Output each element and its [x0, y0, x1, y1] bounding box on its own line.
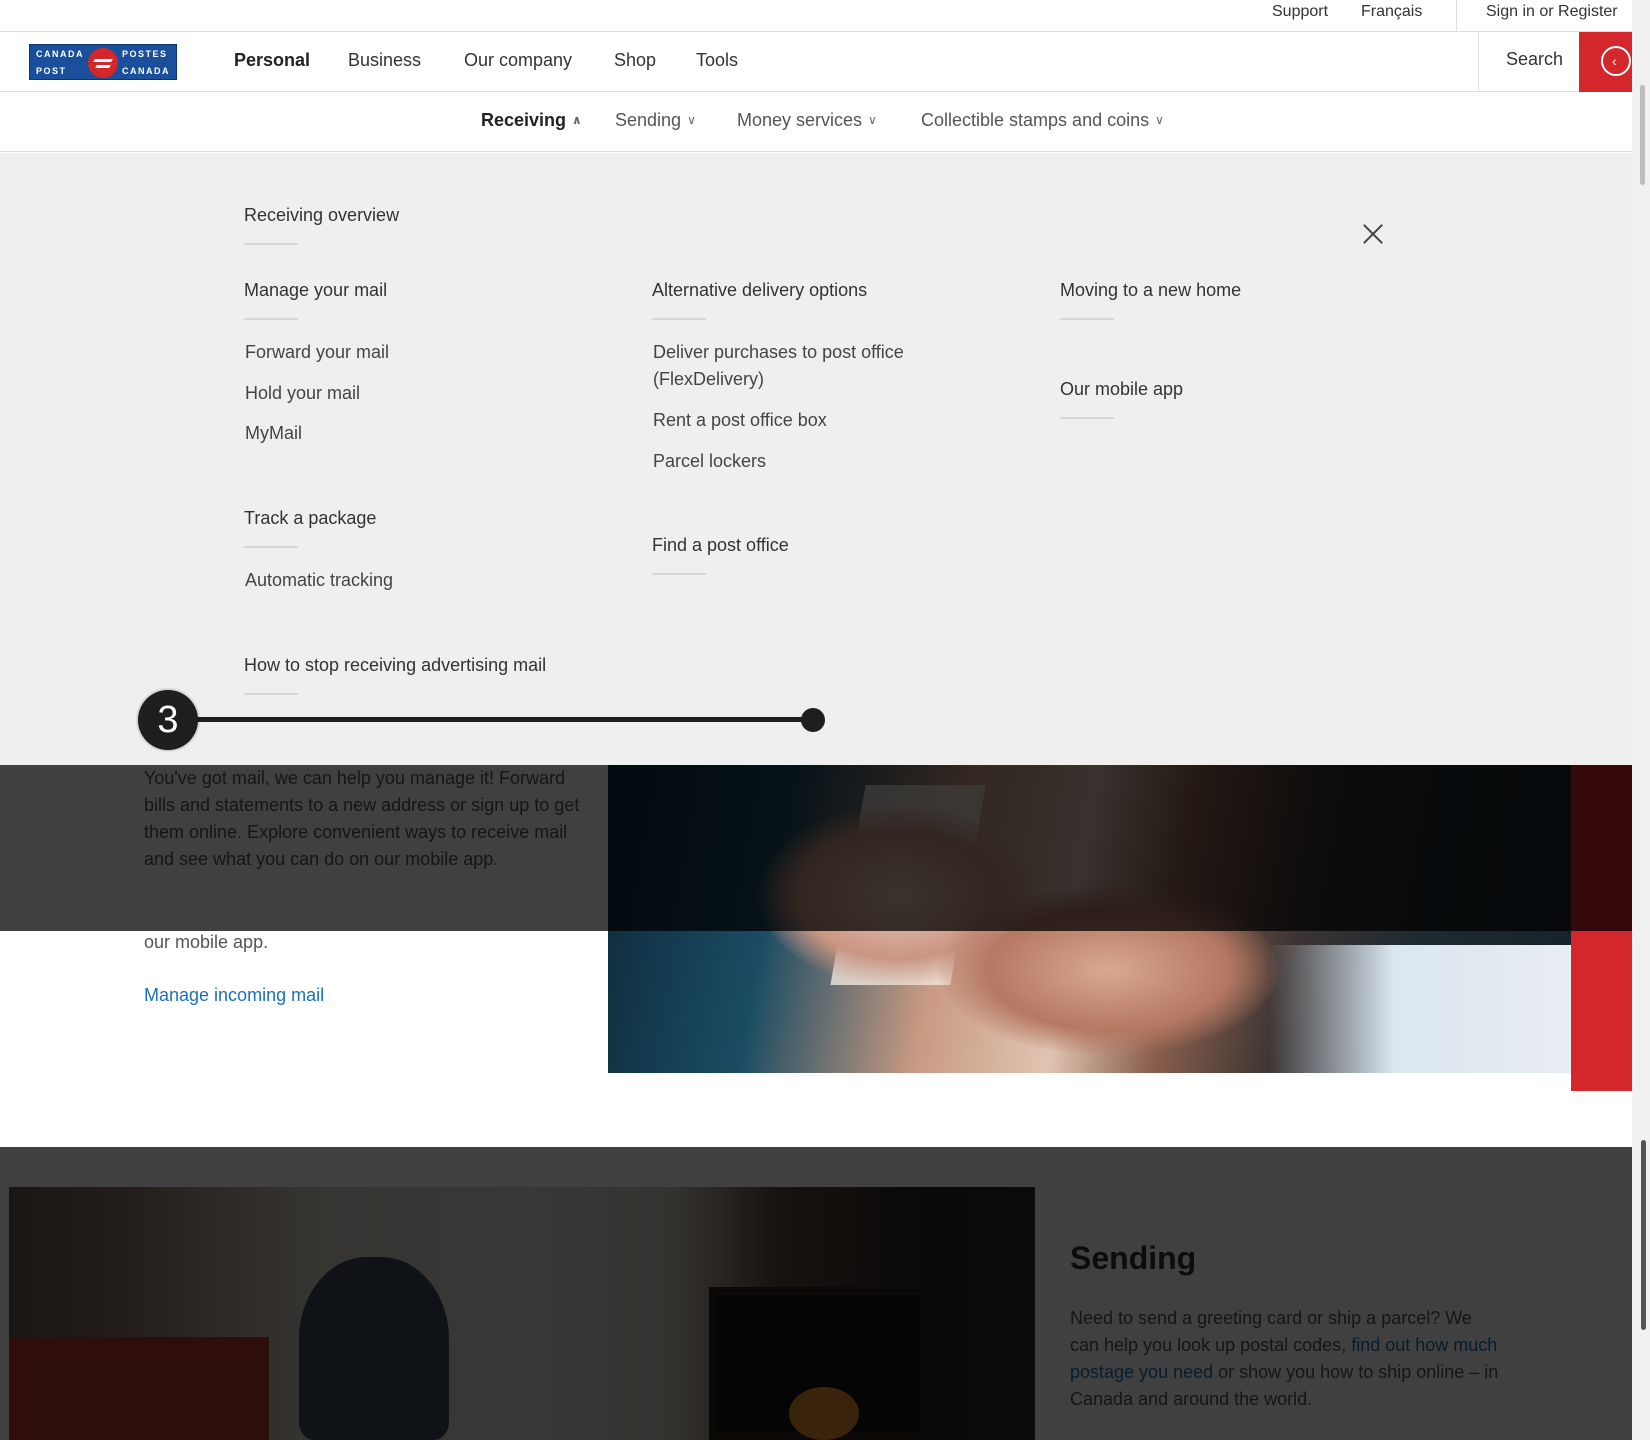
sending-image	[9, 1187, 1035, 1440]
menu-mobile-app[interactable]: Our mobile app	[1060, 379, 1183, 400]
menu-stop-ad-mail[interactable]: How to stop receiving advertising mail	[244, 655, 546, 676]
manage-incoming-mail-link[interactable]: Manage incoming mail	[144, 985, 324, 1006]
language-toggle[interactable]: Français	[1361, 3, 1422, 21]
heading-underline	[244, 693, 298, 695]
heading-underline	[652, 318, 706, 320]
main-header: CANADA POSTES POST CANADA Personal Busin…	[0, 32, 1650, 92]
subnav-collectibles[interactable]: Collectible stamps and coins ∨	[921, 110, 1164, 131]
subnav-label: Money services	[737, 110, 863, 130]
menu-alt-delivery[interactable]: Alternative delivery options	[652, 280, 867, 301]
heading-underline	[1060, 318, 1114, 320]
utility-bar: Support Français Sign in or Register	[0, 0, 1650, 32]
menu-po-box[interactable]: Rent a post office box	[653, 407, 827, 434]
logo-text: POSTES	[122, 49, 168, 59]
menu-moving[interactable]: Moving to a new home	[1060, 280, 1241, 301]
step-badge: 3	[138, 690, 198, 750]
mega-menu: Receiving overview Manage your mail Forw…	[0, 153, 1650, 765]
scrollbar-thumb[interactable]	[1640, 85, 1645, 185]
chevron-up-icon: ∧	[572, 113, 582, 127]
chevron-down-icon: ∨	[687, 113, 696, 127]
subnav-label: Receiving	[481, 110, 567, 130]
logo-text: CANADA	[36, 49, 84, 59]
subnav-money-services[interactable]: Money services ∨	[737, 110, 877, 131]
page-content: You've got mail, we can help you manage …	[9, 765, 1632, 1440]
receiving-description: You've got mail, we can help you manage …	[144, 768, 580, 869]
step-endpoint	[801, 708, 825, 732]
search-divider	[1478, 32, 1479, 92]
heading-underline	[244, 318, 298, 320]
menu-forward-mail[interactable]: Forward your mail	[245, 339, 389, 366]
menu-find-post-office[interactable]: Find a post office	[652, 535, 789, 556]
utility-divider	[1456, 0, 1457, 32]
menu-track-package[interactable]: Track a package	[244, 508, 376, 529]
menu-hold-mail[interactable]: Hold your mail	[245, 380, 360, 407]
menu-flexdelivery[interactable]: Deliver purchases to post office (FlexDe…	[653, 339, 953, 393]
canada-post-logo[interactable]: CANADA POSTES POST CANADA	[29, 44, 177, 80]
menu-parcel-lockers[interactable]: Parcel lockers	[653, 448, 766, 475]
nav-tools[interactable]: Tools	[696, 50, 738, 71]
subnav-sending[interactable]: Sending ∨	[615, 110, 696, 131]
menu-automatic-tracking[interactable]: Automatic tracking	[245, 567, 393, 594]
menu-manage-your-mail[interactable]: Manage your mail	[244, 280, 387, 301]
close-icon[interactable]	[1362, 223, 1384, 245]
support-link[interactable]: Support	[1272, 3, 1328, 21]
scrollbar-thumb[interactable]	[1641, 1140, 1646, 1330]
hero-image	[608, 765, 1581, 1073]
sign-in-link[interactable]: Sign in or Register	[1486, 3, 1618, 21]
logo-text: CANADA	[122, 66, 170, 76]
chevron-down-icon: ∨	[868, 113, 877, 127]
nav-business[interactable]: Business	[348, 50, 421, 71]
subnav-label: Collectible stamps and coins	[921, 110, 1150, 130]
menu-mymail[interactable]: MyMail	[245, 420, 302, 447]
post-logo-icon	[88, 48, 118, 78]
nav-our-company[interactable]: Our company	[464, 50, 572, 71]
subnav-receiving[interactable]: Receiving ∧	[481, 110, 582, 131]
search-label[interactable]: Search	[1506, 49, 1563, 70]
receiving-description-tail: our mobile app.	[144, 932, 269, 952]
sending-section: Sending Need to send a greeting card or …	[9, 1147, 1632, 1440]
logo-text: POST	[36, 66, 67, 76]
background-light	[1268, 945, 1581, 1073]
sofa-shape	[9, 1337, 269, 1440]
hand-shape	[938, 885, 1278, 1055]
heading-underline	[1060, 417, 1114, 419]
nav-shop[interactable]: Shop	[614, 50, 656, 71]
nav-personal[interactable]: Personal	[234, 50, 310, 71]
person-shape	[299, 1257, 449, 1440]
sending-description: Need to send a greeting card or ship a p…	[1070, 1305, 1500, 1413]
flame-shape	[789, 1387, 859, 1440]
chevron-left-icon: ‹	[1601, 46, 1631, 76]
menu-receiving-overview[interactable]: Receiving overview	[244, 205, 399, 226]
heading-underline	[652, 573, 706, 575]
subnav-label: Sending	[615, 110, 682, 130]
sending-title: Sending	[1070, 1240, 1197, 1276]
chevron-down-icon: ∨	[1155, 113, 1164, 127]
step-connector	[196, 717, 812, 722]
heading-underline	[244, 546, 298, 548]
sub-nav: Receiving ∧ Sending ∨ Money services ∨ Coll…	[0, 92, 1650, 152]
heading-underline	[244, 243, 298, 245]
